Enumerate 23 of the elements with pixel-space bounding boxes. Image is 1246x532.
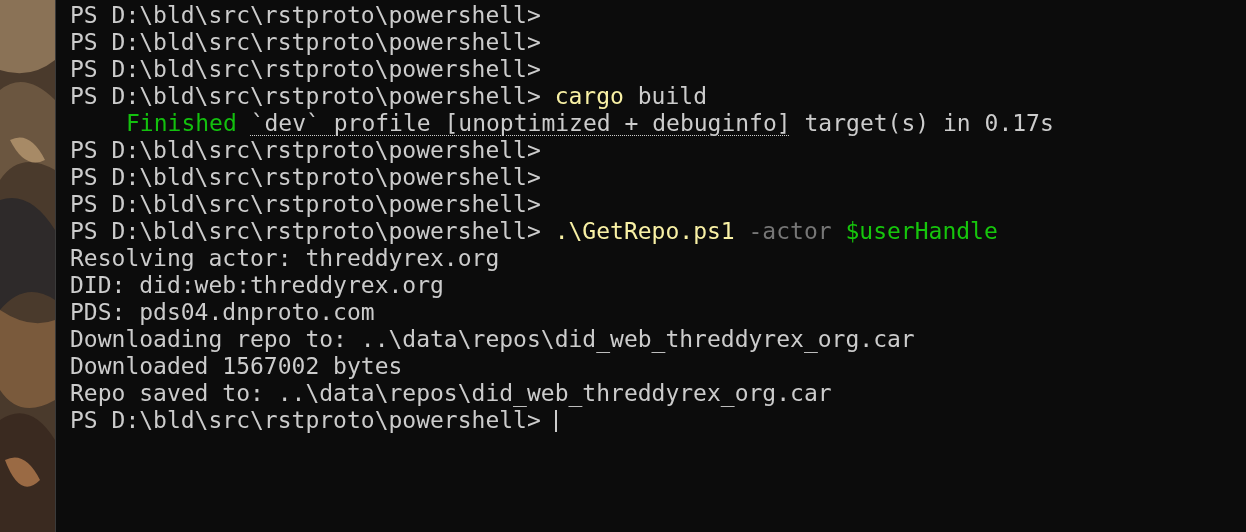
output-text: target(s) in 0.17s: [804, 110, 1054, 137]
prompt-text: PS D:\bld\src\rstproto\powershell>: [70, 29, 541, 56]
output-text: Downloaded 1567002 bytes: [70, 353, 403, 380]
prompt-text: PS D:\bld\src\rstproto\powershell>: [70, 56, 541, 83]
output-text: Resolving actor: threddyrex.org: [70, 245, 500, 272]
command-text: .\GetRepo.ps1: [554, 218, 735, 245]
parameter-text: -actor: [748, 218, 832, 245]
prompt-text: PS D:\bld\src\rstproto\powershell>: [70, 83, 541, 110]
output-text: build: [637, 83, 707, 110]
prompt-text: PS D:\bld\src\rstproto\powershell>: [70, 164, 541, 191]
prompt-text: PS D:\bld\src\rstproto\powershell>: [70, 137, 541, 164]
output-text: Repo saved to: ..\data\repos\did_web_threddyrex_org.car: [70, 380, 832, 407]
variable-text: $userHandle: [845, 218, 998, 245]
output-text: DID: did:web:threddyrex.org: [70, 272, 444, 299]
prompt-text: PS D:\bld\src\rstproto\powershell>: [70, 407, 541, 434]
command-text: cargo: [554, 83, 624, 110]
output-text: Downloading repo to: ..\data\repos\did_web_threddyrex_org.car: [70, 326, 915, 353]
prompt-text: PS D:\bld\src\rstproto\powershell>: [70, 2, 541, 29]
prompt-text: PS D:\bld\src\rstproto\powershell>: [70, 191, 541, 218]
status-text: Finished: [126, 110, 237, 137]
output-text: PDS: pds04.dnproto.com: [70, 299, 375, 326]
link-text: `dev` profile [unoptimized + debuginfo]: [250, 110, 791, 137]
prompt-text: PS D:\bld\src\rstproto\powershell>: [70, 218, 541, 245]
